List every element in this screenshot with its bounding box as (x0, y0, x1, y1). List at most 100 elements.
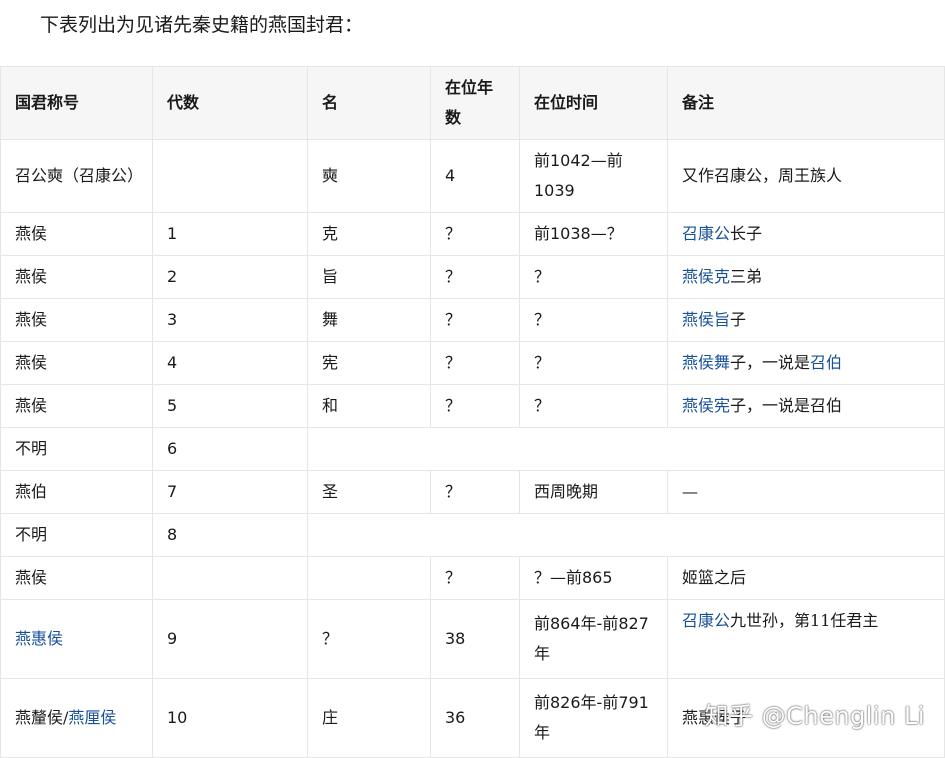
table-row: 召公奭（召康公） 奭 4 前1042—前1039 又作召康公，周王族人 (0, 139, 945, 213)
cell-time: 前826年-前791年 (519, 678, 668, 758)
cell-title: 燕侯 (0, 556, 153, 600)
title-text: 燕釐侯/ (15, 708, 69, 727)
cell-title: 燕侯 (0, 255, 153, 299)
cell-title: 燕侯 (0, 212, 153, 256)
cell-gen: 3 (152, 298, 308, 342)
cell-name: 舞 (307, 298, 431, 342)
cell-years: 38 (430, 599, 520, 679)
table-row: 燕伯 7 圣 ？ 西周晚期 — (0, 470, 945, 514)
table-row: 燕侯 ？ ？—前865 姬篮之后 (0, 556, 945, 600)
note-text: 长子 (730, 224, 763, 243)
cell-note: 燕侯舞子，一说是召伯 (667, 341, 945, 385)
table-row: 燕侯 3 舞 ？ ？ 燕侯旨子 (0, 298, 945, 342)
cell-years: 4 (430, 139, 520, 213)
cell-merged-empty (307, 427, 945, 471)
cell-gen: 1 (152, 212, 308, 256)
cell-years: ？ (430, 384, 520, 428)
cell-note: 召康公九世孙，第11任君主 (667, 599, 945, 679)
cell-gen (152, 556, 308, 600)
note-link-2[interactable]: 召伯 (810, 353, 842, 372)
note-link[interactable]: 燕侯宪 (682, 396, 730, 415)
cell-note: 姬篮之后 (667, 556, 945, 600)
table-row: 燕侯 4 宪 ？ ？ 燕侯舞子，一说是召伯 (0, 341, 945, 385)
header-note: 备注 (667, 66, 945, 140)
cell-time: ？ (519, 255, 668, 299)
note-link[interactable]: 召康公 (682, 224, 730, 243)
cell-years: ？ (430, 255, 520, 299)
cell-note: 召康公长子 (667, 212, 945, 256)
cell-gen: 5 (152, 384, 308, 428)
cell-name: 庄 (307, 678, 431, 758)
cell-years: ？ (430, 556, 520, 600)
cell-gen: 2 (152, 255, 308, 299)
cell-years: ？ (430, 212, 520, 256)
cell-title: 燕釐侯/燕厘侯 (0, 678, 153, 758)
cell-gen (152, 139, 308, 213)
zhihu-watermark: 知乎 @Chenglin Li (704, 702, 925, 730)
cell-years: ？ (430, 298, 520, 342)
cell-gen: 7 (152, 470, 308, 514)
note-link[interactable]: 召康公 (682, 611, 730, 630)
cell-name: 宪 (307, 341, 431, 385)
cell-note: 燕侯旨子 (667, 298, 945, 342)
note-text: 子，一说是 (730, 353, 811, 372)
cell-title: 燕惠侯 (0, 599, 153, 679)
cell-title: 召公奭（召康公） (0, 139, 153, 213)
cell-name: 旨 (307, 255, 431, 299)
cell-years: ？ (430, 470, 520, 514)
cell-name: 奭 (307, 139, 431, 213)
cell-title: 不明 (0, 427, 153, 471)
note-text: 九世孙，第11任君主 (730, 611, 879, 630)
cell-name: 克 (307, 212, 431, 256)
cell-note: 燕侯宪子，一说是召伯 (667, 384, 945, 428)
cell-time: 前1042—前1039 (519, 139, 668, 213)
cell-title: 燕侯 (0, 341, 153, 385)
cell-gen: 6 (152, 427, 308, 471)
cell-merged-empty (307, 513, 945, 557)
header-title: 国君称号 (0, 66, 153, 140)
cell-time: ？ (519, 341, 668, 385)
header-years: 在位年数 (430, 66, 520, 140)
title-link[interactable]: 燕厘侯 (68, 708, 116, 727)
note-link[interactable]: 燕侯舞 (682, 353, 730, 372)
table-row: 不明 6 (0, 427, 945, 471)
cell-name (307, 556, 431, 600)
cell-time: ？ (519, 298, 668, 342)
note-text: 三弟 (730, 267, 763, 286)
note-link[interactable]: 燕侯旨 (682, 310, 730, 329)
title-link[interactable]: 燕惠侯 (15, 629, 63, 648)
cell-time: 西周晚期 (519, 470, 668, 514)
table-row: 燕侯 5 和 ？ ？ 燕侯宪子，一说是召伯 (0, 384, 945, 428)
cell-time: ？—前865 (519, 556, 668, 600)
table-row: 燕侯 1 克 ？ 前1038—？ 召康公长子 (0, 212, 945, 256)
cell-time: 前864年-前827年 (519, 599, 668, 679)
cell-time: 前1038—？ (519, 212, 668, 256)
header-name: 名 (307, 66, 431, 140)
cell-name: 和 (307, 384, 431, 428)
cell-note: 又作召康公，周王族人 (667, 139, 945, 213)
cell-gen: 4 (152, 341, 308, 385)
cell-title: 燕侯 (0, 298, 153, 342)
cell-name: ？ (307, 599, 431, 679)
cell-years: ？ (430, 341, 520, 385)
cell-note: — (667, 470, 945, 514)
cell-title: 燕伯 (0, 470, 153, 514)
cell-gen: 9 (152, 599, 308, 679)
note-text: 子，一说是召伯 (730, 396, 843, 415)
rulers-table: 国君称号 代数 名 在位年数 在位时间 备注 召公奭（召康公） 奭 4 前104… (0, 66, 945, 758)
cell-gen: 8 (152, 513, 308, 557)
cell-years: 36 (430, 678, 520, 758)
table-header-row: 国君称号 代数 名 在位年数 在位时间 备注 (0, 66, 945, 140)
note-link[interactable]: 燕侯克 (682, 267, 730, 286)
table-row: 燕惠侯 9 ？ 38 前864年-前827年 召康公九世孙，第11任君主 (0, 599, 945, 679)
cell-gen: 10 (152, 678, 308, 758)
cell-title: 燕侯 (0, 384, 153, 428)
note-text: 子 (730, 310, 747, 329)
intro-text: 下表列出为见诸先秦史籍的燕国封君： (40, 14, 364, 36)
cell-note: 燕侯克三弟 (667, 255, 945, 299)
cell-title: 不明 (0, 513, 153, 557)
table-row: 不明 8 (0, 513, 945, 557)
table-row: 燕侯 2 旨 ？ ？ 燕侯克三弟 (0, 255, 945, 299)
header-generation: 代数 (152, 66, 308, 140)
cell-time: ？ (519, 384, 668, 428)
